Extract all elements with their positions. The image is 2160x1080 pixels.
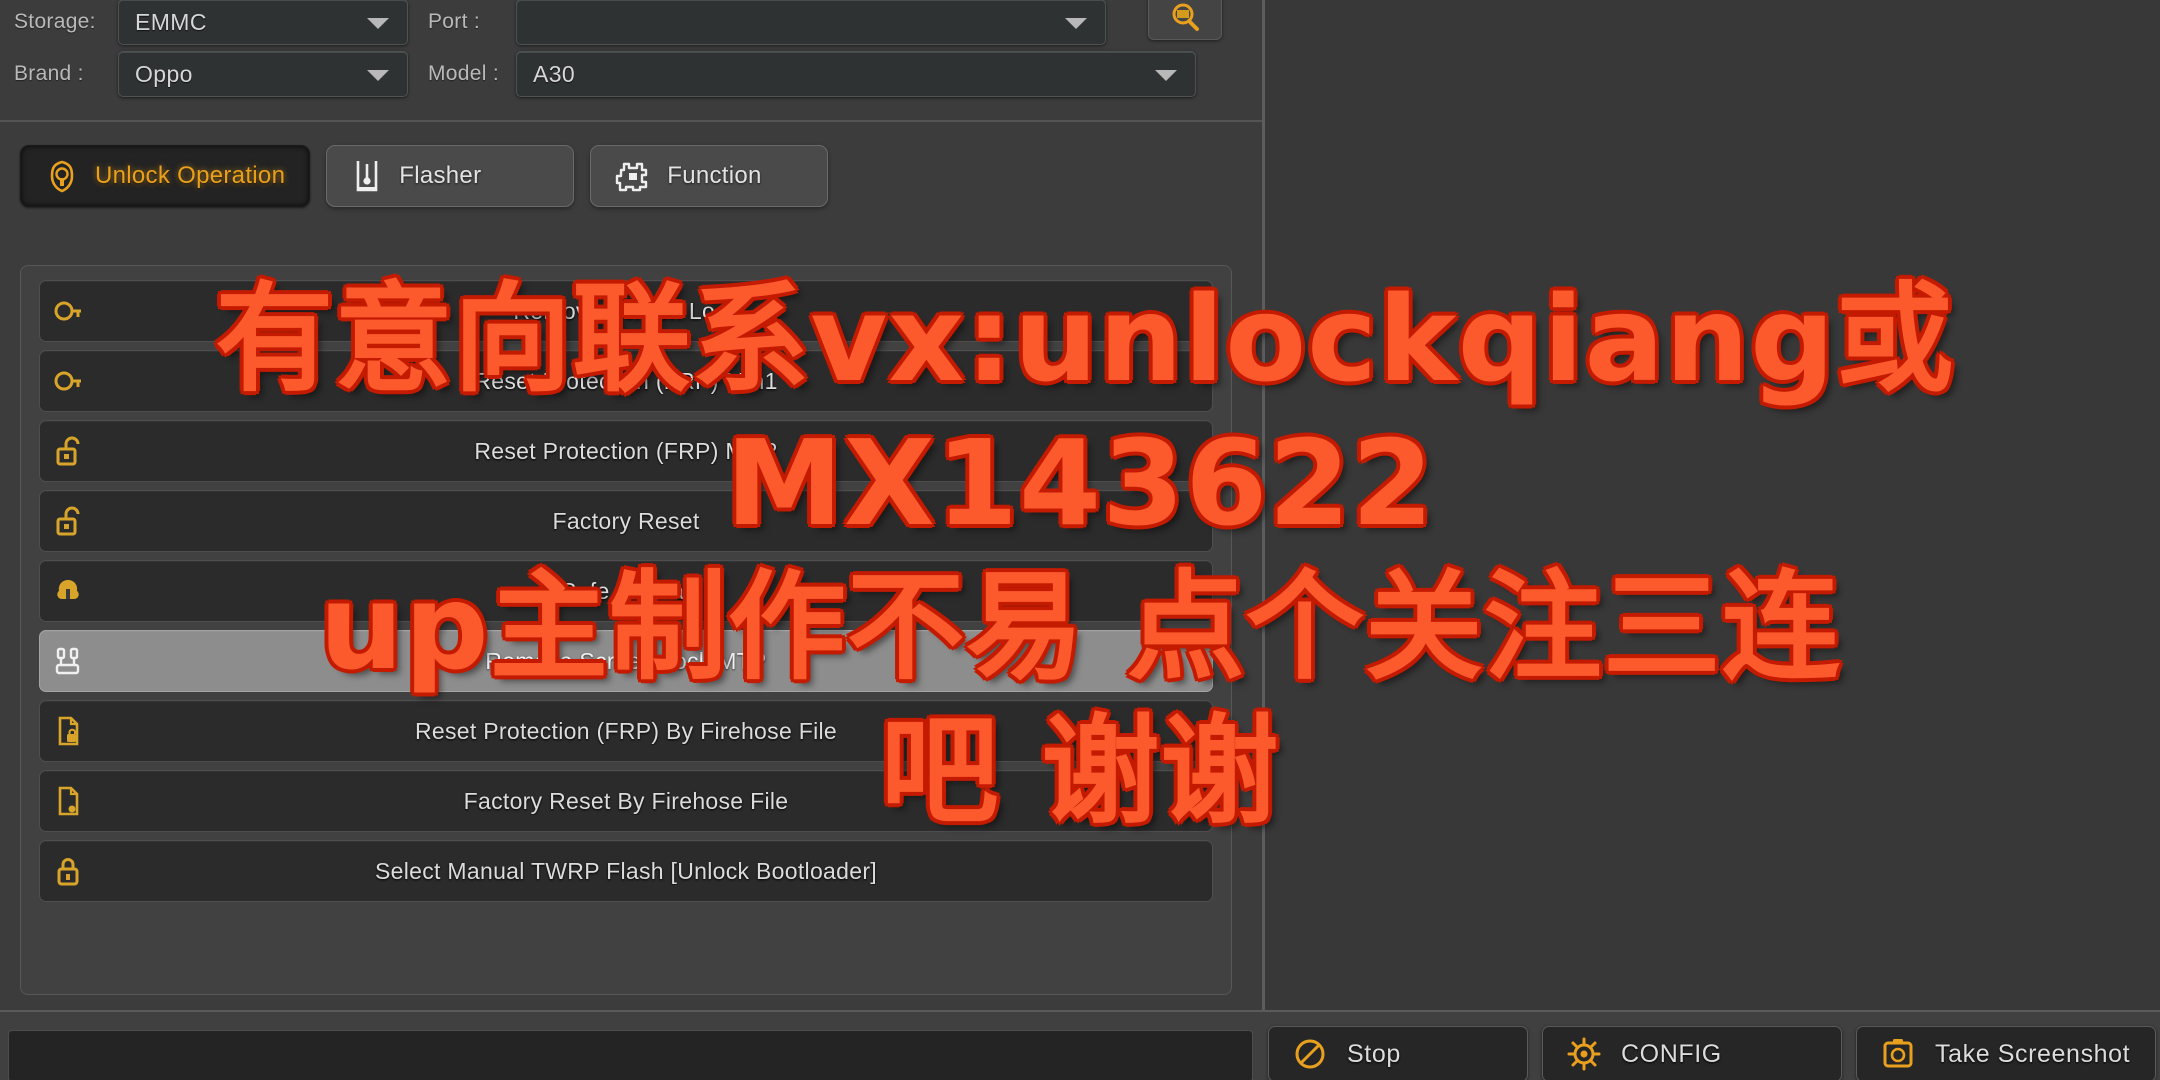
operation-label: Reset Protection (FRP) Mth1	[474, 367, 778, 394]
operation-row-factory-reset-firehose[interactable]: Factory Reset By Firehose File	[39, 770, 1213, 832]
key-ring-icon	[40, 366, 96, 396]
form-row-storage-port: Storage: EMMC Port :	[0, 0, 1222, 48]
port-select[interactable]	[516, 0, 1106, 45]
operation-list: Remove Screen Lock Reset Protection (FRP…	[21, 266, 1231, 902]
operation-row-reset-frp-firehose[interactable]: Reset Protection (FRP) By Firehose File	[39, 700, 1213, 762]
operation-label: Remove Screen Lock	[513, 297, 739, 324]
storage-select[interactable]: EMMC	[118, 0, 408, 45]
camera-icon	[1883, 1039, 1913, 1068]
brand-select[interactable]: Oppo	[118, 51, 408, 97]
storage-label: Storage:	[14, 10, 96, 33]
operation-row-reset-frp-mth1[interactable]: Reset Protection (FRP) Mth1	[39, 350, 1213, 412]
file-icon	[40, 785, 96, 817]
storage-value: EMMC	[135, 8, 207, 35]
format-icon	[40, 576, 96, 606]
file-lock-icon	[40, 715, 96, 747]
key-ring-icon	[40, 296, 96, 326]
model-select[interactable]: A30	[516, 51, 1196, 97]
search-port-button[interactable]	[1148, 0, 1222, 40]
tab-unlock-operation[interactable]: Unlock Operation	[20, 145, 311, 207]
form-row-brand-model: Brand : Oppo Model : A30	[0, 48, 1196, 100]
unlock-shield-icon	[50, 160, 74, 193]
tab-function[interactable]: Function	[590, 145, 829, 207]
gear-icon	[1567, 1037, 1601, 1071]
chevron-down-icon	[367, 70, 389, 81]
log-panel	[1262, 0, 2160, 1010]
config-label: CONFIG	[1621, 1039, 1722, 1068]
operation-row-factory-reset[interactable]: Factory Reset	[39, 490, 1213, 552]
chevron-down-icon	[1155, 70, 1177, 81]
brand-value: Oppo	[135, 60, 193, 87]
usb-cable-icon	[40, 645, 96, 677]
function-chip-icon	[616, 162, 648, 192]
operation-label: Remove Screen Lock MTP	[485, 647, 767, 674]
screenshot-label: Take Screenshot	[1935, 1039, 2131, 1068]
status-field	[8, 1030, 1253, 1080]
log-output-area[interactable]	[1271, 4, 2155, 1004]
operation-label: Factory Reset By Firehose File	[463, 787, 789, 814]
operation-label: Factory Reset	[552, 507, 700, 534]
unlock-operations-panel: Remove Screen Lock Reset Protection (FRP…	[20, 265, 1232, 995]
operation-label: Safe Format	[561, 577, 691, 604]
model-label: Model :	[428, 62, 499, 85]
bottom-button-group: Stop CONFIG Take Screenshot	[1268, 1026, 2156, 1080]
tab-flasher[interactable]: Flasher	[326, 145, 575, 207]
stop-button[interactable]: Stop	[1268, 1026, 1528, 1080]
bottom-toolbar: Stop CONFIG Take Screenshot	[0, 1010, 2160, 1080]
magnifier-icon	[1172, 3, 1199, 31]
config-button[interactable]: CONFIG	[1542, 1026, 1842, 1080]
brand-label: Brand :	[14, 62, 84, 85]
operation-row-manual-twrp-flash[interactable]: Select Manual TWRP Flash [Unlock Bootloa…	[39, 840, 1213, 902]
open-lock-icon	[40, 505, 96, 537]
take-screenshot-button[interactable]: Take Screenshot	[1856, 1026, 2156, 1080]
model-value: A30	[533, 60, 576, 87]
app-window: Storage: EMMC Port : Brand : Oppo Model …	[0, 0, 2160, 1080]
stop-icon	[1295, 1039, 1325, 1069]
main-tab-strip: Unlock Operation Flasher Function	[0, 140, 1262, 212]
flash-tool-icon	[356, 161, 378, 192]
stop-label: Stop	[1347, 1039, 1401, 1068]
chevron-down-icon	[367, 18, 389, 29]
padlock-icon	[40, 855, 96, 887]
operation-row-remove-screen-lock-mtp[interactable]: Remove Screen Lock MTP	[39, 630, 1213, 692]
operation-label: Select Manual TWRP Flash [Unlock Bootloa…	[375, 857, 877, 884]
operation-row-safe-format[interactable]: Safe Format	[39, 560, 1213, 622]
operation-row-remove-screen-lock[interactable]: Remove Screen Lock	[39, 280, 1213, 342]
chevron-down-icon	[1065, 18, 1087, 29]
device-selection-form: Storage: EMMC Port : Brand : Oppo Model …	[0, 0, 1262, 122]
open-lock-icon	[40, 435, 96, 467]
tab-label: Flasher	[399, 162, 482, 189]
tab-label: Unlock Operation	[95, 162, 286, 189]
operation-row-reset-frp-mth2[interactable]: Reset Protection (FRP) Mth2	[39, 420, 1213, 482]
operation-label: Reset Protection (FRP) By Firehose File	[415, 717, 837, 744]
operation-label: Reset Protection (FRP) Mth2	[474, 437, 778, 464]
port-label: Port :	[428, 10, 480, 33]
tab-label: Function	[667, 162, 762, 189]
